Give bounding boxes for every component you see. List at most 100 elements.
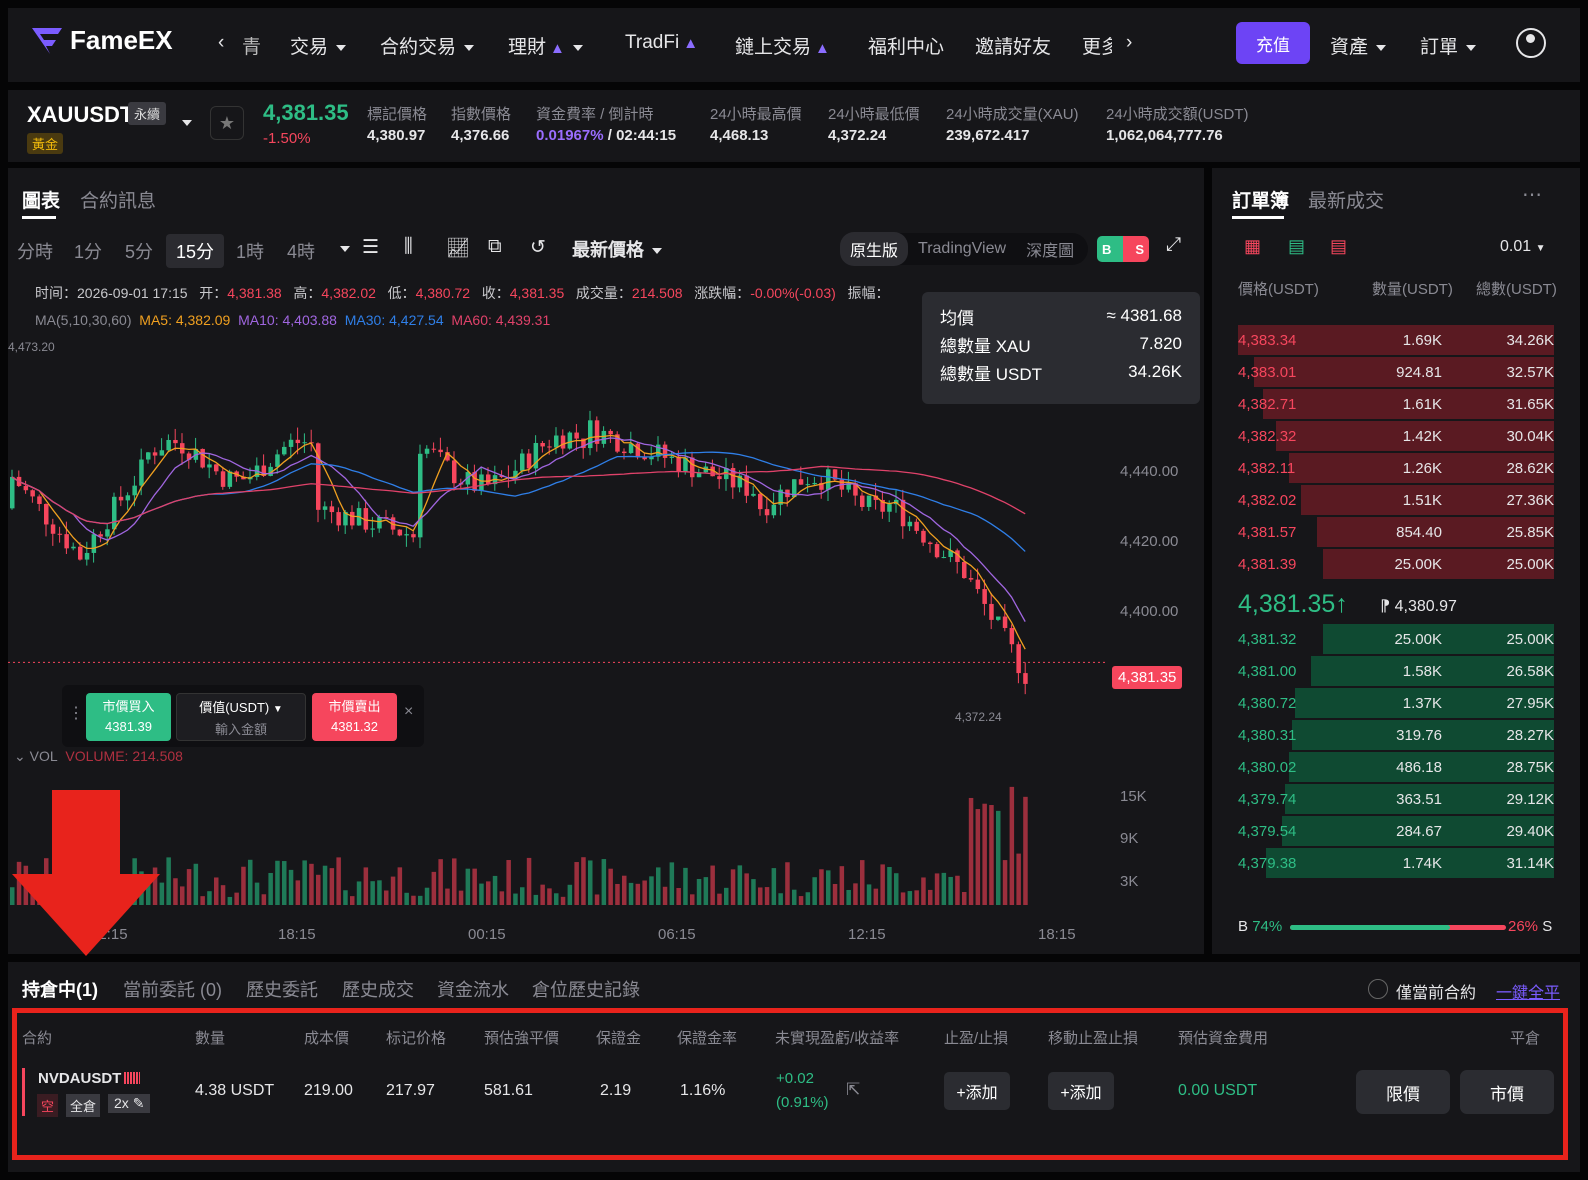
position-margin-rate: 1.16% [680,1082,726,1099]
bid-row[interactable]: 4,380.02 486.18 28.75K [1238,751,1554,783]
ask-row[interactable]: 4,381.57 854.40 25.85K [1238,516,1554,548]
nav-item-partial[interactable]: 青 [242,32,261,59]
volume-bar [955,875,960,905]
market-close-button[interactable]: 市價 [1460,1070,1554,1114]
nav-item-earn[interactable]: 理財 ▲ [508,32,583,59]
timeframe-1m[interactable]: 1分 [74,238,102,264]
ob-total: 28.75K [1506,759,1554,776]
brand-logo[interactable]: FameEX [30,24,173,56]
candle [900,499,906,527]
version-depth[interactable]: 深度圖 [1016,237,1084,261]
market-sell-button[interactable]: 市價賣出 4381.32 [312,693,397,741]
tab-order-history[interactable]: 歷史委託 [246,976,318,1002]
ask-row[interactable]: 4,383.34 1.69K 34.26K [1238,324,1554,356]
asks-view-icon[interactable]: ▤ [1330,236,1347,257]
timeframe-4h[interactable]: 4時 [287,238,315,264]
candlestick-chart[interactable] [8,350,1108,730]
fullscreen-icon[interactable]: ⤢ [1166,234,1181,256]
close-all-link[interactable]: 一鍵全平 [1496,979,1560,1003]
timeframe-15m[interactable]: 15分 [166,234,225,268]
precision-select[interactable]: 0.01 ▼ [1500,238,1546,256]
ask-row[interactable]: 4,382.71 1.61K 31.65K [1238,388,1554,420]
tab-contract-info[interactable]: 合約訊息 [80,186,156,213]
position-symbol[interactable]: NVDAUSDT [38,1070,121,1087]
share-icon[interactable]: ⇱ [846,1080,860,1100]
amount-input[interactable]: 價值(USDT) ▼ 輸入金額 [176,693,306,741]
nav-item-trade[interactable]: 交易 [290,32,347,59]
symbol-dropdown-icon[interactable] [182,120,192,126]
version-native[interactable]: 原生版 [840,232,909,266]
nav-item-rewards[interactable]: 福利中心 [868,32,944,59]
bs-toggle[interactable]: BS [1097,236,1149,262]
ask-row[interactable]: 4,383.01 924.81 32.57K [1238,356,1554,388]
market-buy-button[interactable]: 市價買入 4381.39 [86,693,171,741]
bid-row[interactable]: 4,380.31 319.76 28.27K [1238,719,1554,751]
leverage-badge[interactable]: 2x ✎ [108,1094,151,1113]
tab-chart[interactable]: 圖表 [22,186,60,213]
ask-row[interactable]: 4,382.11 1.26K 28.62K [1238,452,1554,484]
ask-row[interactable]: 4,381.39 25.00K 25.00K [1238,548,1554,580]
version-tradingview[interactable]: TradingView [908,240,1016,258]
drag-handle-icon[interactable]: ⋮ [68,703,84,723]
bid-row[interactable]: 4,381.00 1.58K 26.58K [1238,655,1554,687]
volume-bar [309,863,314,905]
both-sides-view-icon[interactable]: ▦ [1244,236,1261,257]
nav-item-more[interactable]: 更多 [1082,32,1112,59]
close-icon[interactable]: × [404,703,413,721]
more-icon[interactable]: ⋯ [1522,182,1542,207]
bid-row[interactable]: 4,380.72 1.37K 27.95K [1238,687,1554,719]
timeframe-line[interactable]: 分時 [17,238,53,264]
tab-orderbook[interactable]: 訂單簿 [1232,186,1289,213]
nav-item-onchain[interactable]: 鏈上交易 ▲ [735,32,830,59]
add-tpsl-button[interactable]: +添加 [944,1072,1010,1110]
volume-bar [173,878,178,905]
timeframe-5m[interactable]: 5分 [125,238,153,264]
ask-row[interactable]: 4,382.02 1.51K 27.36K [1238,484,1554,516]
tab-open-orders[interactable]: 當前委託 (0) [123,976,222,1002]
tab-positions[interactable]: 持倉中(1) [22,976,98,1002]
reset-icon[interactable]: ↺ [530,236,546,259]
volume-bar [662,886,668,905]
bids-view-icon[interactable]: ▤ [1288,236,1305,257]
tab-position-history[interactable]: 倉位歷史記錄 [532,976,640,1002]
price-type-select[interactable]: 最新價格 [572,236,662,262]
candle [438,449,443,453]
candle [887,504,892,512]
ob-total: 25.00K [1506,631,1554,648]
bid-row[interactable]: 4,379.74 363.51 29.12K [1238,783,1554,815]
position-qty: 4.38 USDT [195,1082,275,1099]
bid-row[interactable]: 4,379.38 1.74K 31.14K [1238,847,1554,879]
bid-row[interactable]: 4,381.32 25.00K 25.00K [1238,623,1554,655]
timeframe-1h[interactable]: 1時 [236,238,264,264]
favorite-star-icon[interactable]: ★ [210,106,244,140]
symbol-name[interactable]: XAUUSDT [27,102,133,128]
th-pnl: 未實現盈虧/收益率 [775,1030,900,1047]
indicator-list-icon[interactable]: ☰ [362,236,379,259]
low-marker: 4,372.24 [955,710,1002,724]
stat-value: 4,376.66 [451,127,510,144]
nav-scroll-right-icon[interactable]: › [1126,32,1132,54]
nav-scroll-left-icon[interactable]: ‹ [218,32,224,54]
indicators-icon[interactable]: 📈︎ [446,236,470,260]
bid-row[interactable]: 4,379.54 284.67 29.40K [1238,815,1554,847]
candle [826,469,831,490]
nav-item-tradfi[interactable]: TradFi ▲ [625,32,698,54]
nav-item-referral[interactable]: 邀請好友 [975,32,1051,59]
candle-style-icon[interactable]: ⫼ [404,236,413,258]
popout-icon[interactable]: ⧉ [488,236,502,258]
deposit-button[interactable]: 充值 [1236,22,1310,64]
ask-row[interactable]: 4,382.32 1.42K 30.04K [1238,420,1554,452]
tab-latest-trades[interactable]: 最新成交 [1308,186,1384,213]
tab-funding-flow[interactable]: 資金流水 [437,976,509,1002]
user-avatar-icon[interactable] [1516,28,1546,58]
current-only-checkbox[interactable] [1368,979,1388,999]
add-trailing-button[interactable]: +添加 [1048,1072,1114,1110]
depth-tooltip: 均價 ≈ 4381.68 總數量 XAU 7.820 總數量 USDT 34.26K [922,292,1200,404]
limit-close-button[interactable]: 限價 [1356,1070,1450,1114]
nav-orders[interactable]: 訂單 [1420,32,1477,59]
ma30-line [11,451,1026,552]
nav-item-futures[interactable]: 合約交易 [380,32,475,59]
nav-assets[interactable]: 資產 [1330,32,1387,59]
tab-trade-history[interactable]: 歷史成交 [342,976,414,1002]
timeframe-more-icon[interactable] [340,246,350,252]
